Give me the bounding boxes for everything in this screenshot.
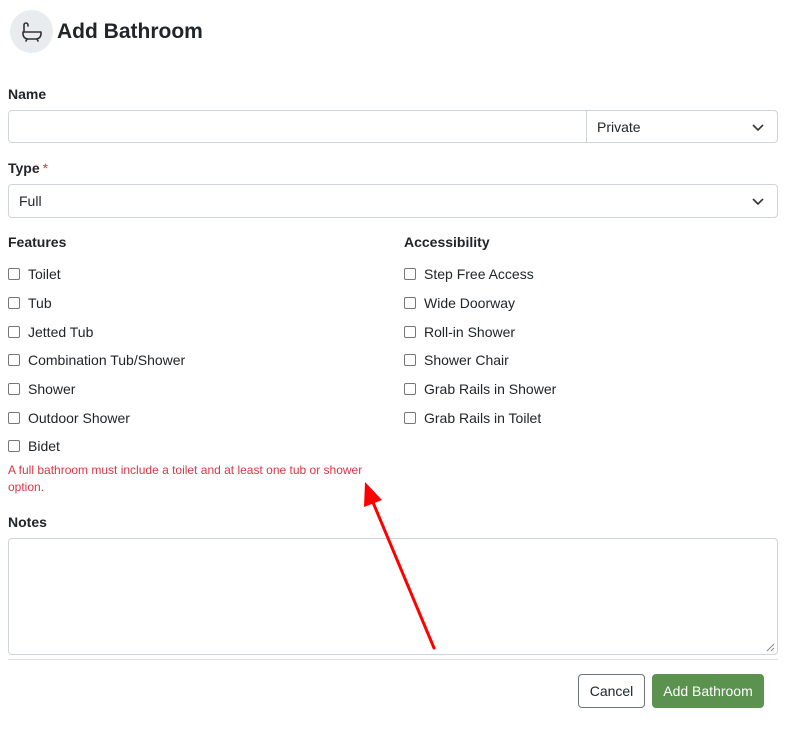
- bathtub-icon: [10, 10, 53, 53]
- features-title: Features: [8, 234, 67, 250]
- footer-divider: [8, 659, 778, 660]
- type-label: Type *: [8, 160, 48, 176]
- checkbox-label: Tub: [28, 295, 52, 312]
- checkbox-label: Shower Chair: [424, 352, 509, 369]
- feature-shower[interactable]: Shower: [8, 375, 185, 404]
- checkbox[interactable]: [404, 268, 416, 281]
- checkbox-label: Outdoor Shower: [28, 409, 130, 426]
- type-label-text: Type: [8, 160, 40, 176]
- access-shower-chair[interactable]: Shower Chair: [404, 346, 556, 375]
- checkbox[interactable]: [8, 383, 20, 396]
- chevron-down-icon: [752, 123, 764, 131]
- access-grab-rails-shower[interactable]: Grab Rails in Shower: [404, 375, 556, 404]
- accessibility-title: Accessibility: [404, 234, 490, 250]
- privacy-select[interactable]: Private: [586, 111, 777, 142]
- page-title: Add Bathroom: [57, 19, 203, 43]
- cancel-button[interactable]: Cancel: [578, 674, 645, 708]
- checkbox[interactable]: [404, 354, 416, 367]
- checkbox-label: Grab Rails in Toilet: [424, 409, 542, 426]
- name-input-group: Private: [8, 110, 778, 143]
- access-grab-rails-toilet[interactable]: Grab Rails in Toilet: [404, 403, 556, 432]
- name-label: Name: [8, 86, 47, 102]
- type-select[interactable]: Full: [8, 184, 778, 218]
- checkbox[interactable]: [404, 383, 416, 396]
- page-header: Add Bathroom: [10, 10, 203, 53]
- notes-textarea[interactable]: [8, 538, 778, 655]
- checkbox-label: Grab Rails in Shower: [424, 381, 557, 398]
- feature-bidet[interactable]: Bidet: [8, 432, 185, 461]
- checkbox[interactable]: [8, 354, 20, 367]
- chevron-down-icon: [752, 198, 764, 206]
- checkbox[interactable]: [8, 411, 20, 424]
- checkbox[interactable]: [8, 268, 20, 281]
- checkbox[interactable]: [404, 325, 416, 338]
- feature-combination-tub-shower[interactable]: Combination Tub/Shower: [8, 346, 185, 375]
- checkbox-label: Wide Doorway: [424, 295, 516, 312]
- access-wide-doorway[interactable]: Wide Doorway: [404, 289, 556, 318]
- feature-tub[interactable]: Tub: [8, 289, 185, 318]
- resize-handle-icon[interactable]: [766, 643, 775, 652]
- checkbox-label: Toilet: [28, 266, 61, 283]
- feature-outdoor-shower[interactable]: Outdoor Shower: [8, 403, 185, 432]
- access-step-free[interactable]: Step Free Access: [404, 260, 556, 289]
- checkbox[interactable]: [8, 297, 20, 310]
- name-input[interactable]: [9, 111, 586, 142]
- checkbox-label: Jetted Tub: [28, 323, 94, 340]
- validation-error: A full bathroom must include a toilet an…: [8, 463, 363, 494]
- checkbox-label: Shower: [28, 381, 76, 398]
- checkbox-label: Roll-in Shower: [424, 323, 516, 340]
- notes-label: Notes: [8, 514, 47, 530]
- required-mark: *: [42, 160, 49, 176]
- feature-toilet[interactable]: Toilet: [8, 260, 185, 289]
- add-bathroom-button[interactable]: Add Bathroom: [652, 674, 764, 708]
- accessibility-group: Accessibility Step Free Access Wide Door…: [404, 234, 556, 432]
- checkbox[interactable]: [404, 297, 416, 310]
- type-select-value: Full: [19, 193, 42, 209]
- access-roll-in-shower[interactable]: Roll-in Shower: [404, 317, 556, 346]
- checkbox-label: Combination Tub/Shower: [28, 352, 186, 369]
- checkbox-label: Step Free Access: [424, 266, 534, 283]
- feature-jetted-tub[interactable]: Jetted Tub: [8, 317, 185, 346]
- checkbox-label: Bidet: [28, 438, 60, 455]
- features-group: Features Toilet Tub Jetted Tub Combinati…: [8, 234, 185, 461]
- checkbox[interactable]: [8, 440, 20, 453]
- checkbox[interactable]: [404, 411, 416, 424]
- checkbox[interactable]: [8, 325, 20, 338]
- privacy-select-value: Private: [597, 118, 641, 135]
